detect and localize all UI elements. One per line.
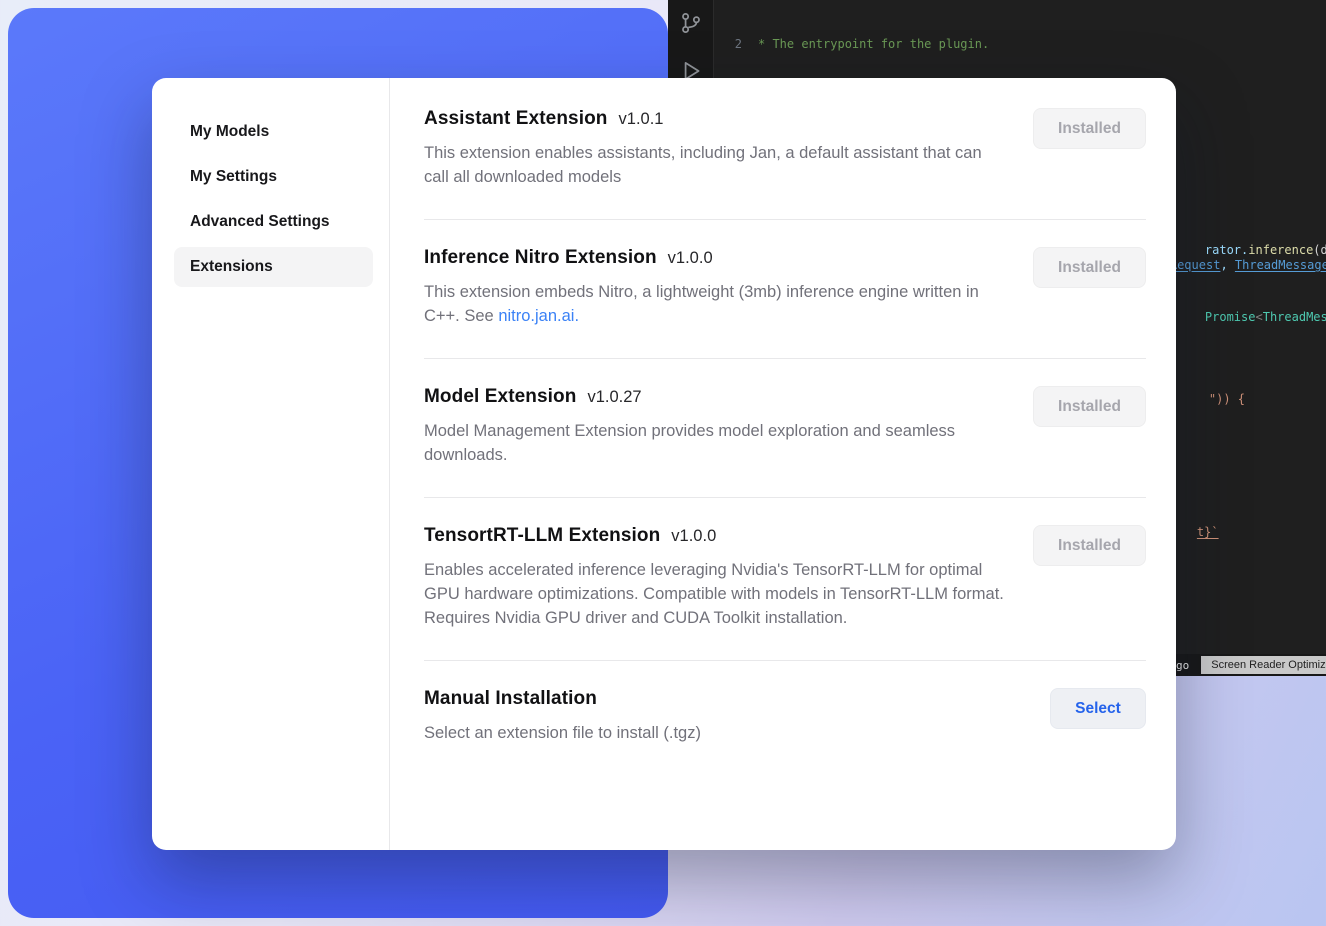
installed-button[interactable]: Installed — [1033, 386, 1146, 427]
code-fragment-inference: rator.inference(data)); — [1176, 229, 1326, 271]
extension-description: This extension enables assistants, inclu… — [424, 141, 1006, 189]
extension-version: v1.0.0 — [668, 249, 713, 268]
extension-description: This extension embeds Nitro, a lightweig… — [424, 280, 1006, 328]
manual-installation-description: Select an extension file to install (.tg… — [424, 721, 701, 745]
extension-description: Model Management Extension provides mode… — [424, 419, 1006, 467]
extension-name: TensortRT-LLM Extension — [424, 525, 660, 547]
extension-description: Enables accelerated inference leveraging… — [424, 558, 1006, 630]
extension-version: v1.0.1 — [619, 110, 664, 129]
code-comment: * The entrypoint for the plugin. — [758, 36, 989, 53]
select-file-button[interactable]: Select — [1050, 688, 1146, 729]
sidebar-item-my-models[interactable]: My Models — [174, 112, 373, 152]
nitro-jan-ai-link[interactable]: nitro.jan.ai. — [498, 307, 579, 325]
code-fragment-string: ")) { — [1180, 378, 1245, 420]
source-control-icon[interactable] — [678, 10, 704, 36]
manual-installation-row: Manual Installation Select an extension … — [424, 661, 1146, 775]
sidebar-item-my-settings[interactable]: My Settings — [174, 157, 373, 197]
extension-name: Model Extension — [424, 386, 576, 408]
sidebar-item-advanced-settings[interactable]: Advanced Settings — [174, 202, 373, 242]
status-bar-text: go — [1176, 659, 1189, 672]
screen-reader-status-chip[interactable]: Screen Reader Optimize — [1201, 656, 1326, 674]
settings-modal: My Models My Settings Advanced Settings … — [152, 78, 1176, 850]
code-fragment-promise: Promise<ThreadMessage> — [1176, 296, 1326, 338]
extension-version: v1.0.27 — [587, 388, 641, 407]
extension-row-inference-nitro: Inference Nitro Extension v1.0.0 This ex… — [424, 220, 1146, 359]
installed-button[interactable]: Installed — [1033, 247, 1146, 288]
installed-button[interactable]: Installed — [1033, 525, 1146, 566]
settings-sidebar: My Models My Settings Advanced Settings … — [152, 78, 390, 850]
extensions-list: Assistant Extension v1.0.1 This extensio… — [390, 78, 1176, 850]
extension-row-assistant: Assistant Extension v1.0.1 This extensio… — [424, 92, 1146, 220]
sidebar-item-extensions[interactable]: Extensions — [174, 247, 373, 287]
extension-row-tensorrt-llm: TensortRT-LLM Extension v1.0.0 Enables a… — [424, 498, 1146, 661]
installed-button[interactable]: Installed — [1033, 108, 1146, 149]
extension-name: Inference Nitro Extension — [424, 247, 657, 269]
extension-row-model: Model Extension v1.0.27 Model Management… — [424, 359, 1146, 498]
extension-name: Assistant Extension — [424, 108, 608, 130]
code-line: 2 * The entrypoint for the plugin. — [714, 36, 1326, 53]
manual-installation-title: Manual Installation — [424, 688, 597, 710]
extension-version: v1.0.0 — [671, 527, 716, 546]
line-number: 2 — [714, 36, 742, 53]
